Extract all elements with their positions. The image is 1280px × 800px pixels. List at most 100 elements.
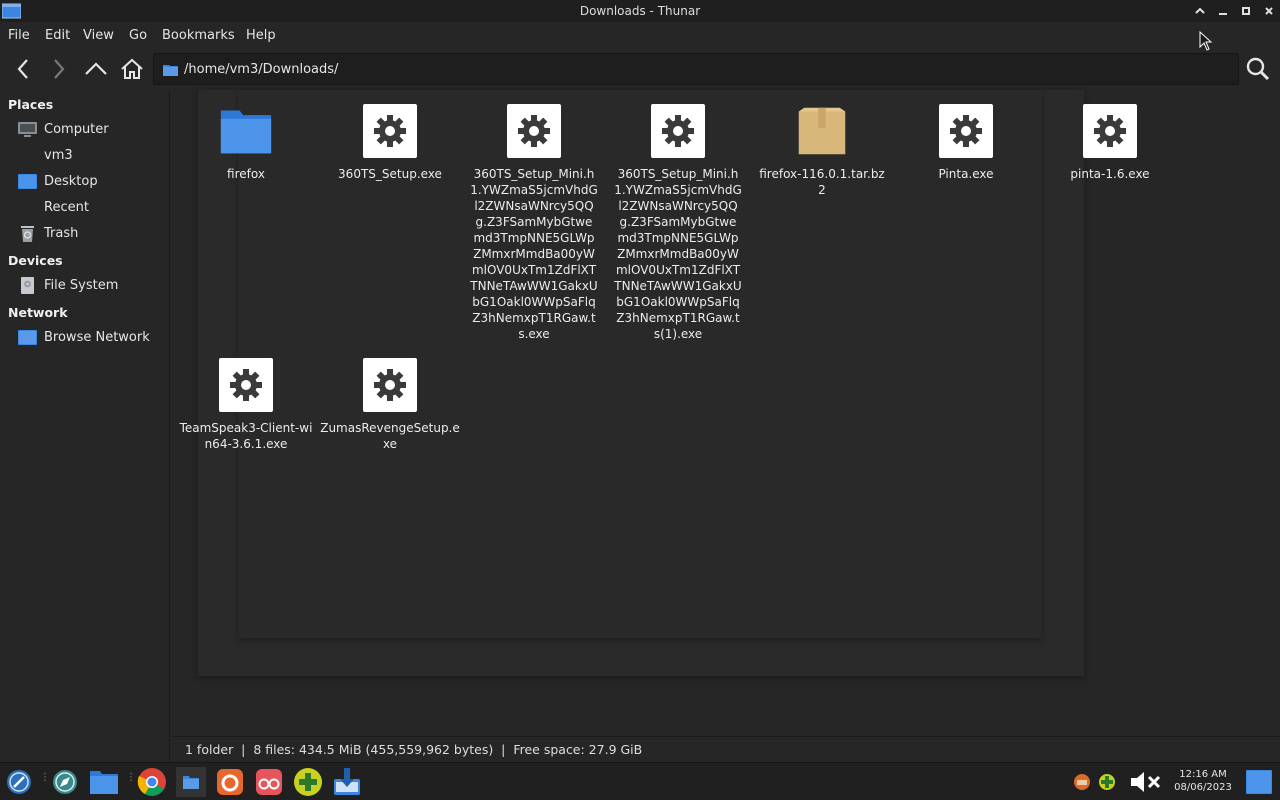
- task-plus-app[interactable]: [293, 767, 323, 797]
- app-menu-button[interactable]: [4, 767, 34, 797]
- menu-edit[interactable]: Edit: [45, 28, 70, 43]
- file-name: Pinta.exe: [938, 167, 994, 181]
- launcher-file-manager[interactable]: [89, 767, 119, 797]
- status-text: 1 folder | 8 files: 434.5 MiB (455,559,9…: [185, 742, 643, 757]
- sidebar-item-label: File System: [44, 278, 119, 293]
- sidebar-header-devices: Devices: [8, 253, 63, 268]
- menu-view[interactable]: View: [83, 28, 114, 43]
- file-item-firefox-folder[interactable]: firefox: [176, 104, 316, 182]
- tray-update-icon[interactable]: [1070, 767, 1094, 797]
- separator-handle: ⋮: [126, 772, 136, 783]
- sidebar-item-file-system[interactable]: File System: [0, 274, 170, 298]
- file-item[interactable]: ZumasRevengeSetup.exe: [320, 358, 460, 452]
- sidebar-item-recent[interactable]: Recent: [0, 196, 170, 220]
- window-shade-button[interactable]: [1190, 2, 1210, 20]
- sidebar: Places Computer vm3 Desktop Recent Trash…: [0, 90, 170, 762]
- close-icon: [1265, 7, 1273, 15]
- taskbar: ⋮ ⋮ 12:16 AM 08/06/2023: [0, 762, 1280, 800]
- sidebar-item-label: Trash: [44, 226, 79, 241]
- location-bar[interactable]: /home/vm3/Downloads/: [153, 53, 1239, 85]
- file-item[interactable]: firefox-116.0.1.tar.bz2: [752, 104, 892, 198]
- computer-icon: [18, 122, 37, 137]
- plus-circle-icon: [1099, 774, 1115, 790]
- sidebar-item-desktop[interactable]: Desktop: [0, 170, 170, 194]
- task-chrome[interactable]: [137, 767, 167, 797]
- file-name: ZumasRevengeSetup.exe: [320, 421, 460, 451]
- forward-button[interactable]: [44, 54, 74, 84]
- file-name: 360TS_Setup.exe: [338, 167, 442, 181]
- file-item[interactable]: 360TS_Setup_Mini.h1.YWZmaS5jcmVhdGl2ZWNs…: [608, 104, 748, 342]
- sidebar-item-vm3[interactable]: vm3: [0, 144, 170, 168]
- menu-bookmarks[interactable]: Bookmarks: [162, 28, 235, 43]
- clock-time: 12:16 AM: [1179, 769, 1227, 780]
- gear-icon: [518, 115, 550, 147]
- network-icon: [18, 330, 37, 345]
- title-bar: Downloads - Thunar: [0, 0, 1280, 22]
- file-item[interactable]: 360TS_Setup_Mini.h1.YWZmaS5jcmVhdGl2ZWNs…: [464, 104, 604, 342]
- file-view[interactable]: firefox 360TS_Setup.exe 360TS_Setup_Mini…: [171, 90, 1280, 736]
- window-title: Downloads - Thunar: [579, 4, 701, 18]
- trash-icon: [21, 226, 34, 242]
- search-button[interactable]: [1242, 54, 1274, 84]
- file-name: 360TS_Setup_Mini.h1.YWZmaS5jcmVhdGl2ZWNs…: [470, 167, 598, 341]
- maximize-icon: [1242, 7, 1250, 15]
- executable-icon: [507, 104, 561, 158]
- sidebar-item-trash[interactable]: Trash: [0, 222, 170, 246]
- mouse-cursor-icon: [1199, 31, 1213, 51]
- file-name: firefox: [227, 167, 265, 181]
- download-tray-icon: [334, 768, 360, 795]
- menu-help[interactable]: Help: [246, 28, 276, 43]
- file-item[interactable]: TeamSpeak3-Client-win64-3.6.1.exe: [176, 358, 316, 452]
- task-glasses-app[interactable]: [254, 767, 284, 797]
- status-bar: 1 folder | 8 files: 434.5 MiB (455,559,9…: [171, 736, 1280, 762]
- show-desktop-button[interactable]: [1244, 767, 1274, 797]
- file-name: TeamSpeak3-Client-win64-3.6.1.exe: [179, 421, 313, 451]
- location-path: /home/vm3/Downloads/: [184, 62, 339, 77]
- task-thunar-active[interactable]: [176, 767, 206, 797]
- minimize-icon: [1219, 13, 1227, 15]
- back-button[interactable]: [8, 54, 38, 84]
- tray-plus-icon[interactable]: [1095, 767, 1119, 797]
- glasses-icon: [256, 769, 282, 795]
- menu-go[interactable]: Go: [129, 28, 147, 43]
- folder-icon: [163, 65, 178, 76]
- gear-icon: [374, 115, 406, 147]
- compass-icon: [53, 770, 77, 794]
- sidebar-item-browse-network[interactable]: Browse Network: [0, 326, 170, 350]
- sidebar-item-computer[interactable]: Computer: [0, 118, 170, 142]
- file-item[interactable]: 360TS_Setup.exe: [320, 104, 460, 182]
- clock-date: 08/06/2023: [1174, 782, 1232, 793]
- minimize-button[interactable]: [1213, 2, 1233, 20]
- launcher-browser[interactable]: [50, 767, 80, 797]
- chevron-right-icon: [54, 59, 65, 79]
- file-name: firefox-116.0.1.tar.bz2: [759, 167, 885, 197]
- gear-icon: [230, 369, 262, 401]
- menu-bar: File Edit View Go Bookmarks Help: [0, 22, 1280, 50]
- task-firefox[interactable]: [215, 767, 245, 797]
- firefox-icon: [217, 769, 243, 795]
- sidebar-item-label: Recent: [44, 200, 89, 215]
- volume-muted-icon: [1131, 772, 1161, 792]
- sidebar-item-label: Desktop: [44, 174, 98, 189]
- file-item[interactable]: pinta-1.6.exe: [1040, 104, 1180, 182]
- home-button[interactable]: [117, 54, 147, 84]
- search-icon: [1246, 57, 1270, 81]
- tray-volume-muted[interactable]: [1127, 767, 1165, 797]
- separator-handle: ⋮: [40, 772, 50, 783]
- parent-folder-button[interactable]: [81, 54, 111, 84]
- executable-icon: [219, 358, 273, 412]
- chrome-icon: [137, 768, 166, 796]
- file-item[interactable]: Pinta.exe: [896, 104, 1036, 182]
- chevron-up-icon: [1195, 7, 1205, 14]
- sidebar-item-label: Browse Network: [44, 330, 150, 345]
- clock[interactable]: 12:16 AM 08/06/2023: [1172, 768, 1234, 794]
- sidebar-item-label: Computer: [44, 122, 109, 137]
- file-name: pinta-1.6.exe: [1070, 167, 1150, 181]
- close-button[interactable]: [1259, 2, 1279, 20]
- maximize-button[interactable]: [1236, 2, 1256, 20]
- menu-file[interactable]: File: [8, 28, 30, 43]
- gear-icon: [662, 115, 694, 147]
- executable-icon: [1083, 104, 1137, 158]
- task-download-app[interactable]: [332, 767, 362, 797]
- desktop-icon: [1246, 770, 1272, 794]
